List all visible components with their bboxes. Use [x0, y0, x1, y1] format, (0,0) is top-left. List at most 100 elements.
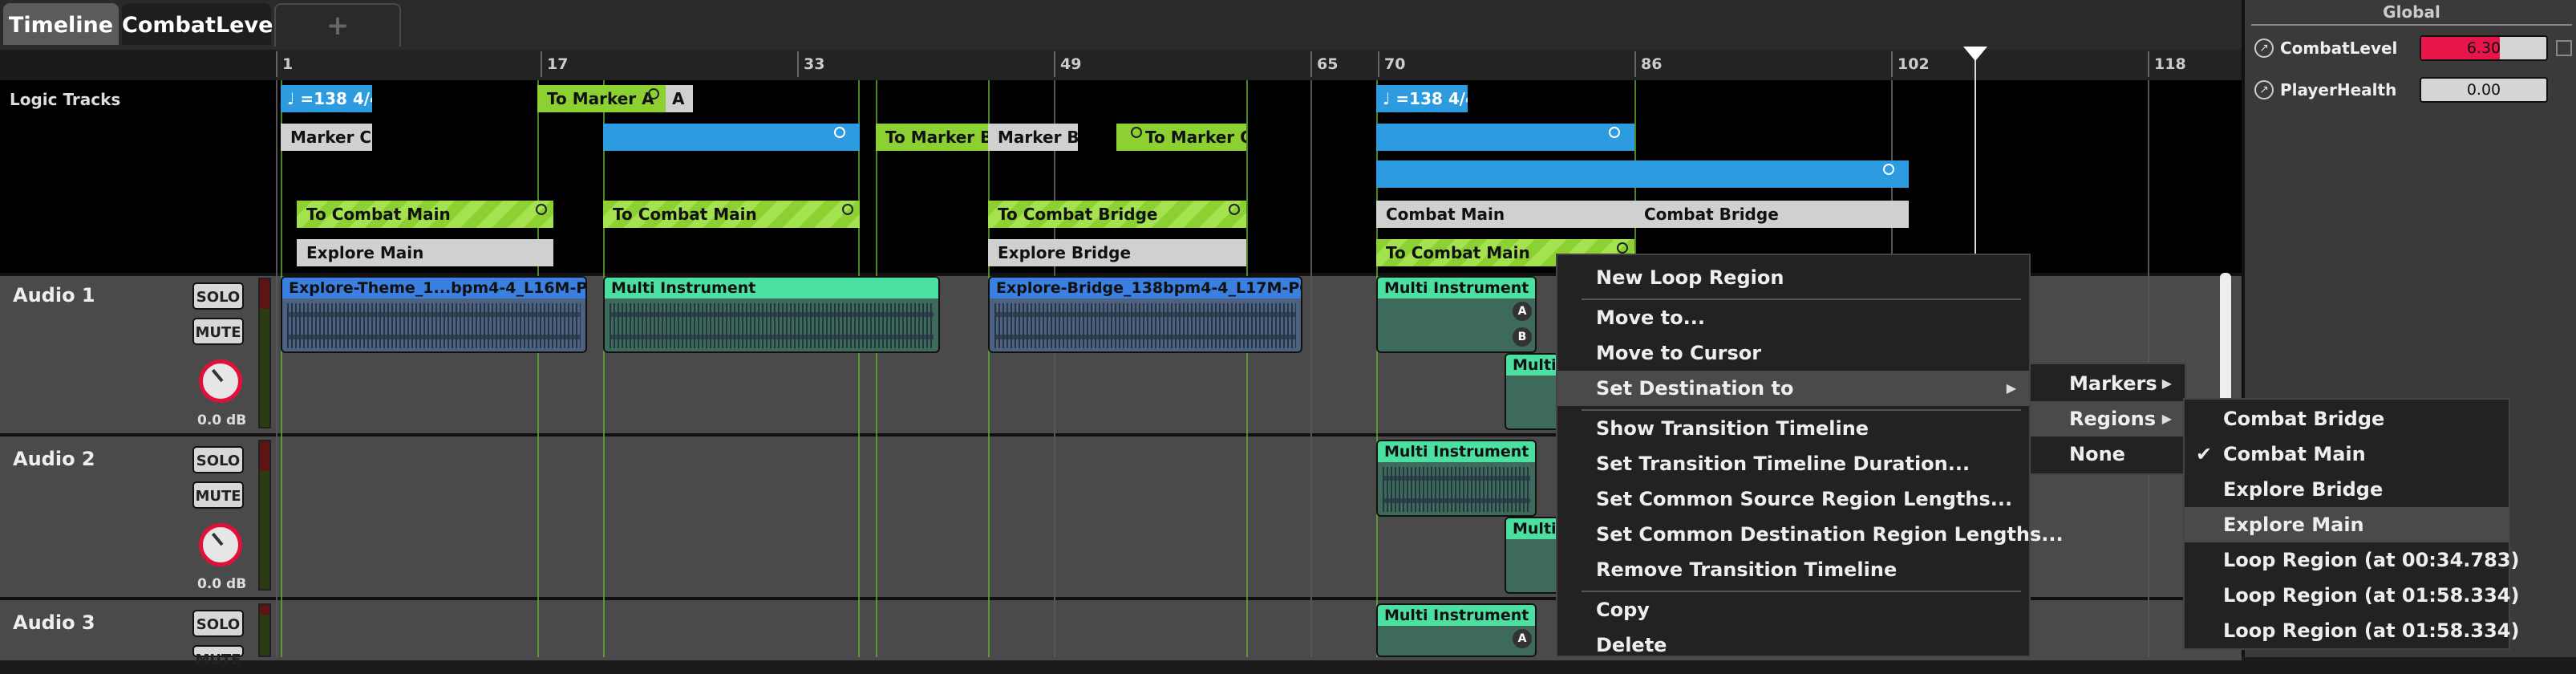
- menu-item-set-source-lengths[interactable]: Set Common Source Region Lengths...: [1557, 481, 2029, 517]
- transition-label: To Combat Main: [306, 205, 451, 224]
- waveform: [287, 303, 581, 348]
- marker-c[interactable]: Marker C: [281, 124, 372, 151]
- transition-to-marker-b[interactable]: To Marker B: [876, 124, 988, 151]
- variant-badge: A: [1513, 629, 1532, 648]
- menu-item-none[interactable]: None: [2031, 436, 2185, 472]
- transition-to-marker-a[interactable]: To Marker A: [537, 85, 666, 112]
- loop-indicator-icon: [1229, 204, 1240, 215]
- param-checkbox[interactable]: [2556, 40, 2572, 56]
- param-row-combatlevel: ↗ CombatLevel 6.30: [2251, 30, 2572, 66]
- menu-item-move-to-cursor[interactable]: Move to Cursor: [1557, 335, 2029, 371]
- mute-button[interactable]: MUTE: [192, 481, 244, 509]
- region-title: Explore-Theme_1...bpm4-4_L16M-P1M: [282, 278, 585, 298]
- menu-item-explore-bridge[interactable]: Explore Bridge: [2185, 472, 2509, 507]
- region-explore-bridge[interactable]: Explore Bridge: [988, 239, 1246, 266]
- parameter-icon: ↗: [2254, 80, 2274, 99]
- marker-b[interactable]: Marker B: [988, 124, 1078, 151]
- menu-item-show-transition-timeline[interactable]: Show Transition Timeline: [1557, 411, 2029, 446]
- menu-item-loop-region[interactable]: Loop Region (at 01:58.334): [2185, 613, 2519, 648]
- volume-knob[interactable]: [199, 523, 242, 566]
- transition-to-combat-bridge[interactable]: To Combat Bridge: [988, 201, 1246, 228]
- track-name[interactable]: Audio 3: [13, 611, 95, 634]
- loop-region-bar[interactable]: [1376, 160, 1909, 188]
- menu-item-remove-transition-timeline[interactable]: Remove Transition Timeline: [1557, 552, 2029, 587]
- tempo-marker[interactable]: ♩ =138 4/4: [1376, 85, 1468, 112]
- menu-item-markers[interactable]: Markers ▶: [2031, 366, 2185, 401]
- region-title: Multi Instrument: [605, 278, 938, 298]
- menu-item-new-loop-region[interactable]: New Loop Region: [1557, 260, 2029, 295]
- menu-item-set-transition-duration[interactable]: Set Transition Timeline Duration...: [1557, 446, 2029, 481]
- param-name: PlayerHealth: [2280, 80, 2397, 99]
- note-icon: ♩: [1383, 89, 1391, 108]
- menu-item-set-destination[interactable]: Set Destination to ▶: [1557, 371, 2029, 406]
- track-name[interactable]: Audio 1: [13, 284, 95, 307]
- audio-region[interactable]: Multi Instrument: [603, 276, 940, 353]
- variant-badge: B: [1513, 327, 1532, 347]
- audio-region[interactable]: Multi Instrument: [1376, 440, 1537, 517]
- loop-indicator-icon: [1617, 242, 1628, 254]
- menu-item-loop-region[interactable]: Loop Region (at 00:34.783): [2185, 542, 2519, 578]
- marker-a[interactable]: A: [666, 85, 693, 112]
- audio-region[interactable]: Multi Instrument A: [1376, 603, 1537, 657]
- grid-line: [1054, 80, 1055, 657]
- submenu-arrow-icon: ▶: [2006, 380, 2016, 396]
- param-value-slider[interactable]: 6.30: [2420, 35, 2548, 61]
- param-value: 0.00: [2466, 81, 2501, 99]
- transition-to-marker-c[interactable]: To Marker C: [1116, 124, 1246, 151]
- param-value-slider[interactable]: 0.00: [2420, 77, 2548, 103]
- tab-timeline[interactable]: Timeline: [3, 3, 119, 45]
- menu-item-move-to[interactable]: Move to...: [1557, 300, 2029, 335]
- loop-indicator-icon: [1131, 127, 1142, 138]
- menu-item-delete[interactable]: Delete: [1557, 627, 2029, 663]
- menu-item-explore-main[interactable]: Explore Main: [2185, 507, 2509, 542]
- volume-knob[interactable]: [199, 359, 242, 403]
- tab-combatlevel[interactable]: CombatLevel: [122, 3, 281, 45]
- menu-item-regions[interactable]: Regions ▶: [2031, 401, 2185, 436]
- solo-button[interactable]: SOLO: [192, 610, 244, 637]
- tempo-label: =138 4/4: [1395, 89, 1468, 108]
- loop-indicator-icon: [842, 204, 853, 215]
- loop-region-bar[interactable]: [1376, 124, 1634, 151]
- level-meter: [258, 278, 271, 428]
- transition-to-combat-main[interactable]: To Combat Main: [603, 201, 860, 228]
- grid-line: [276, 80, 277, 657]
- menu-item-loop-region[interactable]: Loop Region (at 01:58.334): [2185, 578, 2519, 613]
- loop-indicator-icon: [834, 127, 845, 138]
- region-explore-main[interactable]: Explore Main: [297, 239, 553, 266]
- solo-button[interactable]: SOLO: [192, 282, 244, 310]
- menu-item-label: Set Destination to: [1596, 377, 1794, 400]
- marker-line: [1246, 80, 1248, 657]
- loop-indicator-icon: [1609, 127, 1620, 138]
- bar-label: 118: [2148, 51, 2186, 77]
- mute-button[interactable]: MUTE: [192, 645, 244, 668]
- playhead-handle-icon[interactable]: [1963, 47, 1987, 61]
- bar-label: 86: [1634, 51, 1662, 77]
- menu-item-copy[interactable]: Copy: [1557, 592, 2029, 627]
- add-tab-button[interactable]: +: [274, 3, 401, 47]
- waveform: [1383, 467, 1530, 512]
- loop-indicator-icon: [1883, 164, 1894, 175]
- audio-region[interactable]: Explore-Bridge_138bpm4-4_L17M-P0: [988, 276, 1302, 353]
- menu-item-set-destination-lengths[interactable]: Set Common Destination Region Lengths...: [1557, 517, 2064, 552]
- audio-region[interactable]: Multi Instrument A B: [1376, 276, 1537, 353]
- menu-item-label: Regions: [2069, 408, 2157, 430]
- destination-submenu: Markers ▶ Regions ▶ None: [2029, 363, 2186, 475]
- tempo-marker[interactable]: ♩ =138 4/4: [281, 85, 372, 112]
- menu-item-combat-bridge[interactable]: Combat Bridge: [2185, 401, 2509, 436]
- solo-button[interactable]: SOLO: [192, 446, 244, 473]
- transition-to-combat-main[interactable]: To Combat Main: [297, 201, 553, 228]
- timeline-ruler[interactable]: 1 17 33 49 65 70 86 102 118: [276, 50, 2242, 82]
- audio-region[interactable]: Explore-Theme_1...bpm4-4_L16M-P1M: [281, 276, 587, 353]
- mute-button[interactable]: MUTE: [192, 318, 244, 345]
- menu-item-label: Combat Main: [2223, 443, 2366, 465]
- region-title: Multi Instrument: [1378, 441, 1535, 462]
- region-combat-bridge[interactable]: Combat Bridge: [1634, 201, 1909, 228]
- loop-region-bar[interactable]: [603, 124, 860, 151]
- region-title: Explore-Bridge_138bpm4-4_L17M-P0: [990, 278, 1301, 298]
- bar-label: 33: [797, 51, 824, 77]
- transition-label: To Combat Main: [613, 205, 757, 224]
- menu-item-combat-main[interactable]: ✔ Combat Main: [2185, 436, 2509, 472]
- region-combat-main[interactable]: Combat Main: [1376, 201, 1634, 228]
- track-name[interactable]: Audio 2: [13, 448, 95, 470]
- loop-indicator-icon: [536, 204, 547, 215]
